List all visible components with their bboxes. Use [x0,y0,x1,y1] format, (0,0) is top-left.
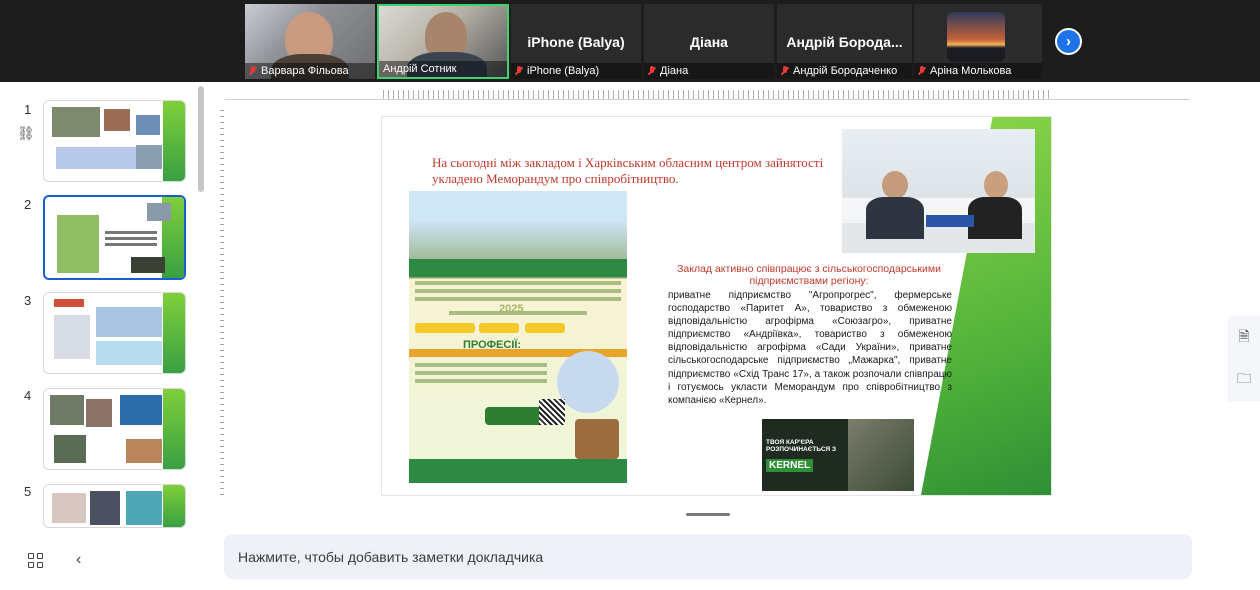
kernel-caption: ТВОЯ КАР'ЄРА РОЗПОЧИНАЄТЬСЯ З [766,439,837,453]
slide-title: На сьогодні між закладом і Харківським о… [432,155,824,186]
participant-name: Діана [660,65,689,77]
memorandum-signing-photo [842,129,1035,253]
slide-body-text: приватне підприємство "Агропрогрес", фер… [668,290,952,406]
grid-view-icon[interactable] [28,553,43,568]
thumbnail-scrollbar[interactable] [198,86,204,192]
participant-tile-active-speaker[interactable]: Андрій Сотник [377,4,509,79]
participant-tile[interactable]: Діана Діана [644,4,774,79]
participant-tile[interactable]: Андрій Борода... Андрій Бородаченко [777,4,912,79]
slide-thumbnail-5[interactable] [43,484,186,528]
slide-thumbnail-3[interactable] [43,292,186,374]
folder-tool[interactable]: 🗀 [1228,358,1260,402]
mic-muted-icon [918,66,926,76]
participant-name: Варвара Фільова [261,65,349,77]
link-icon[interactable]: ⛓ [17,125,35,141]
slide-subtitle: Заклад активно співпрацює з сільськогосп… [677,263,941,287]
participants-strip: Варвара Фільова Андрій Сотник iPhone (Ba… [0,0,1260,82]
slide-number: 1 [24,102,32,117]
participant-display-name: Андрій Борода... [786,34,903,50]
mic-muted-icon [515,66,523,76]
mic-muted-icon [648,66,656,76]
participant-display-name: iPhone (Balya) [527,34,625,50]
slide-thumbnail-4[interactable] [43,388,186,470]
vertical-ruler [220,110,224,495]
folder-icon: 🗀 [1237,370,1251,386]
participant-tile[interactable]: Варвара Фільова [245,4,375,79]
slide-number: 3 [24,293,32,308]
collapse-panel-icon[interactable]: ‹ [76,551,88,568]
participant-name: Андрій Бородаченко [793,65,898,77]
mic-muted-icon [249,66,257,76]
slide-number: 4 [24,388,32,403]
participant-avatar [947,12,1005,62]
poster-year: 2025 [499,303,524,315]
speaker-notes-field[interactable]: Нажмите, чтобы добавить заметки докладчи… [224,534,1192,579]
slide-canvas[interactable]: На сьогодні між закладом і Харківським о… [381,116,1052,496]
participant-name: Андрій Сотник [383,63,457,75]
next-participants-button[interactable]: › [1055,28,1082,55]
slide-resize-handle[interactable] [686,513,730,516]
slide-number: 2 [24,197,32,212]
slide-thumbnail-1[interactable] [43,100,186,182]
slide-notes-tool[interactable]: 🗎 [1228,316,1260,360]
document-add-icon: 🗎 [1238,328,1250,344]
participant-tile[interactable]: iPhone (Balya) iPhone (Balya) [511,4,641,79]
slide-thumbnail-2[interactable] [43,195,186,280]
chevron-right-icon: › [1066,33,1071,50]
kernel-logo: KERNEL [766,459,814,472]
recruitment-poster-image: 2025 ПРОФЕСІЇ: [409,191,627,483]
participant-name: Аріна Молькова [930,65,1012,77]
slide-number: 5 [24,484,32,499]
mic-muted-icon [781,66,789,76]
kernel-ad-image: ТВОЯ КАР'ЄРА РОЗПОЧИНАЄТЬСЯ З KERNEL [762,419,914,491]
participant-name: iPhone (Balya) [527,65,600,77]
participant-display-name: Діана [690,34,728,50]
